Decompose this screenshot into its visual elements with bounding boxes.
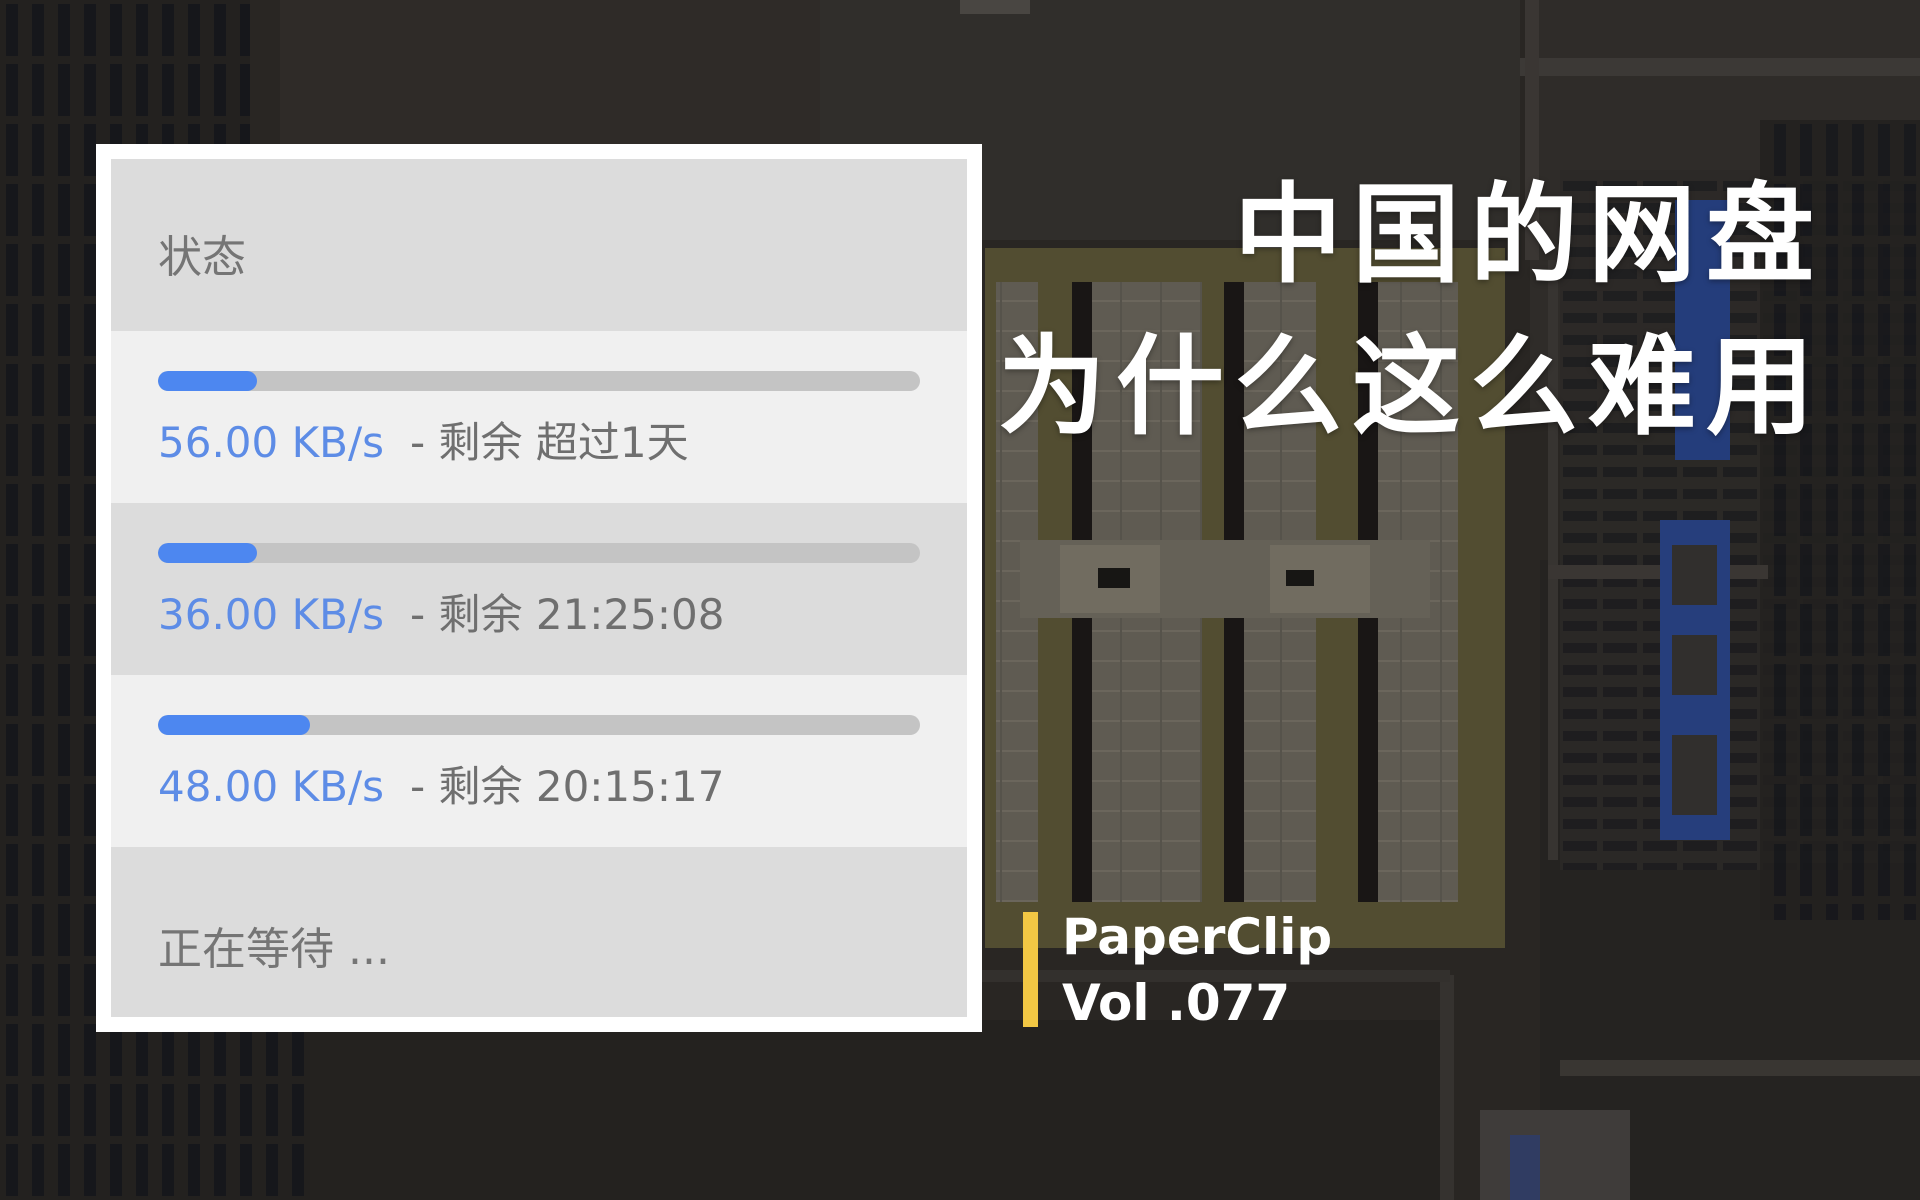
download-row[interactable]: 48.00 KB/s - 剩余 20:15:17 (111, 675, 967, 847)
progress-fill (158, 543, 258, 563)
download-info: 56.00 KB/s - 剩余 超过1天 (158, 409, 689, 470)
progress-fill (158, 715, 311, 735)
headline-line-2: 为什么这么难用 (997, 325, 1824, 450)
time-remaining: - 剩余 21:25:08 (409, 590, 725, 639)
brand-name: PaperClip (1062, 908, 1333, 966)
progress-track (158, 715, 920, 735)
brand-volume: Vol .077 (1062, 974, 1291, 1032)
time-remaining: - 剩余 20:15:17 (409, 762, 725, 811)
brand-accent-bar (1023, 912, 1038, 1027)
time-remaining: - 剩余 超过1天 (409, 418, 689, 467)
download-speed: 48.00 KB/s (158, 762, 384, 811)
cover-canvas: 状态 56.00 KB/s - 剩余 超过1天 36.00 KB/s - 剩余 21… (0, 0, 1920, 1200)
download-status-card: 状态 56.00 KB/s - 剩余 超过1天 36.00 KB/s - 剩余 21… (96, 144, 982, 1032)
progress-track (158, 543, 920, 563)
download-speed: 56.00 KB/s (158, 418, 384, 467)
waiting-label: 正在等待 ... (158, 924, 390, 975)
headline-line-1: 中国的网盘 (1233, 173, 1824, 298)
download-info: 48.00 KB/s - 剩余 20:15:17 (158, 753, 724, 814)
download-row[interactable]: 56.00 KB/s - 剩余 超过1天 (111, 331, 967, 503)
progress-fill (158, 371, 258, 391)
status-header-label: 状态 (158, 232, 246, 283)
status-header-row: 状态 (111, 159, 967, 331)
download-list: 状态 56.00 KB/s - 剩余 超过1天 36.00 KB/s - 剩余 21… (111, 159, 967, 1017)
progress-track (158, 371, 920, 391)
download-speed: 36.00 KB/s (158, 590, 384, 639)
download-info: 36.00 KB/s - 剩余 21:25:08 (158, 581, 724, 642)
waiting-row: 正在等待 ... (111, 847, 967, 1017)
download-row[interactable]: 36.00 KB/s - 剩余 21:25:08 (111, 503, 967, 675)
